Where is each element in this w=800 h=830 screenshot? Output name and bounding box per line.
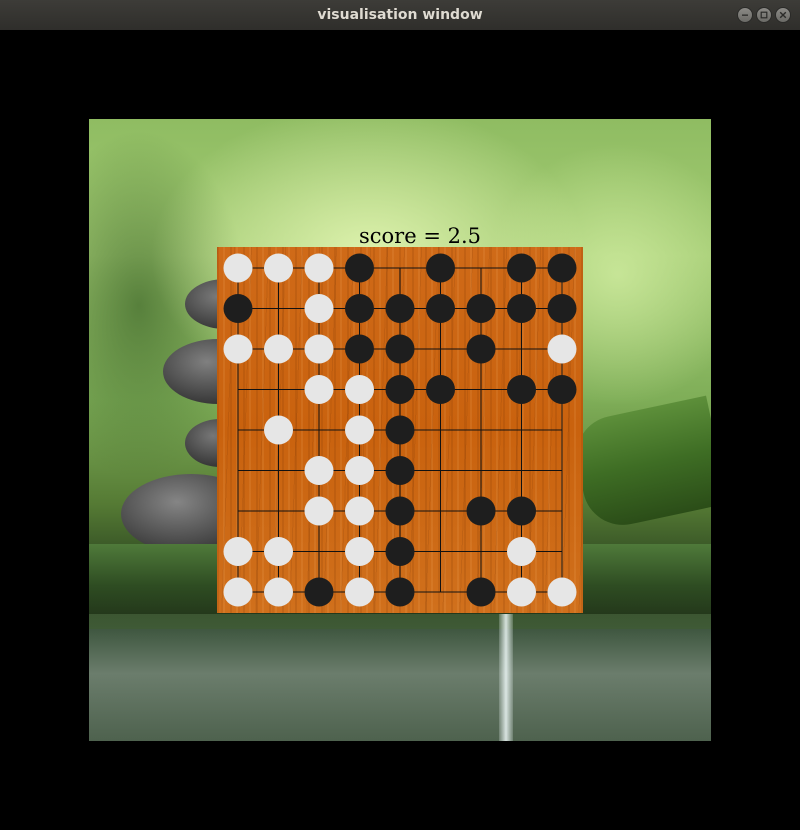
white-stone[interactable] <box>304 456 334 485</box>
board-grid <box>223 253 577 607</box>
black-stone[interactable] <box>426 253 455 283</box>
black-stone[interactable] <box>426 375 455 404</box>
black-stone[interactable] <box>385 294 415 323</box>
black-stone[interactable] <box>385 496 415 526</box>
water-stream-image <box>499 614 513 741</box>
white-stone[interactable] <box>507 577 536 607</box>
white-stone[interactable] <box>547 334 577 364</box>
black-stone[interactable] <box>426 294 455 323</box>
white-stone[interactable] <box>264 253 293 283</box>
black-stone[interactable] <box>385 537 415 566</box>
black-stone[interactable] <box>345 253 374 283</box>
black-stone[interactable] <box>466 334 496 364</box>
white-stone[interactable] <box>345 415 374 445</box>
black-stone[interactable] <box>223 294 253 323</box>
white-stone[interactable] <box>264 415 293 445</box>
black-stone[interactable] <box>507 294 536 323</box>
water-reflection-image <box>89 629 711 741</box>
white-stone[interactable] <box>304 253 334 283</box>
white-stone[interactable] <box>264 334 293 364</box>
white-stone[interactable] <box>223 577 253 607</box>
bamboo-pipe-image <box>569 395 711 533</box>
white-stone[interactable] <box>264 537 293 566</box>
maximize-icon[interactable] <box>756 7 772 23</box>
white-stone[interactable] <box>345 456 374 485</box>
white-stone[interactable] <box>264 577 293 607</box>
white-stone[interactable] <box>507 537 536 566</box>
black-stone[interactable] <box>466 294 496 323</box>
black-stone[interactable] <box>547 253 577 283</box>
white-stone[interactable] <box>304 375 334 404</box>
white-stone[interactable] <box>345 577 374 607</box>
black-stone[interactable] <box>507 375 536 404</box>
white-stone[interactable] <box>223 334 253 364</box>
black-stone[interactable] <box>466 577 496 607</box>
window-controls <box>737 7 791 23</box>
white-stone[interactable] <box>223 253 253 283</box>
render-canvas[interactable]: score = 2.5 <box>0 30 800 830</box>
black-stone[interactable] <box>345 334 374 364</box>
minimize-icon[interactable] <box>737 7 753 23</box>
black-stone[interactable] <box>304 577 334 607</box>
white-stone[interactable] <box>304 294 334 323</box>
black-stone[interactable] <box>385 456 415 485</box>
black-stone[interactable] <box>466 496 496 526</box>
white-stone[interactable] <box>345 537 374 566</box>
white-stone[interactable] <box>345 496 374 526</box>
white-stone[interactable] <box>304 334 334 364</box>
black-stone[interactable] <box>507 253 536 283</box>
white-stone[interactable] <box>304 496 334 526</box>
black-stone[interactable] <box>385 577 415 607</box>
score-label: score = 2.5 <box>359 224 481 248</box>
black-stone[interactable] <box>547 294 577 323</box>
black-stone[interactable] <box>547 375 577 404</box>
black-stone[interactable] <box>385 415 415 445</box>
white-stone[interactable] <box>345 375 374 404</box>
black-stone[interactable] <box>385 375 415 404</box>
window-title: visualisation window <box>317 7 483 23</box>
white-stone[interactable] <box>223 537 253 566</box>
black-stone[interactable] <box>345 294 374 323</box>
close-icon[interactable] <box>775 7 791 23</box>
go-board[interactable] <box>217 247 583 613</box>
black-stone[interactable] <box>507 496 536 526</box>
window-titlebar[interactable]: visualisation window <box>0 0 800 31</box>
black-stone[interactable] <box>385 334 415 364</box>
white-stone[interactable] <box>547 577 577 607</box>
